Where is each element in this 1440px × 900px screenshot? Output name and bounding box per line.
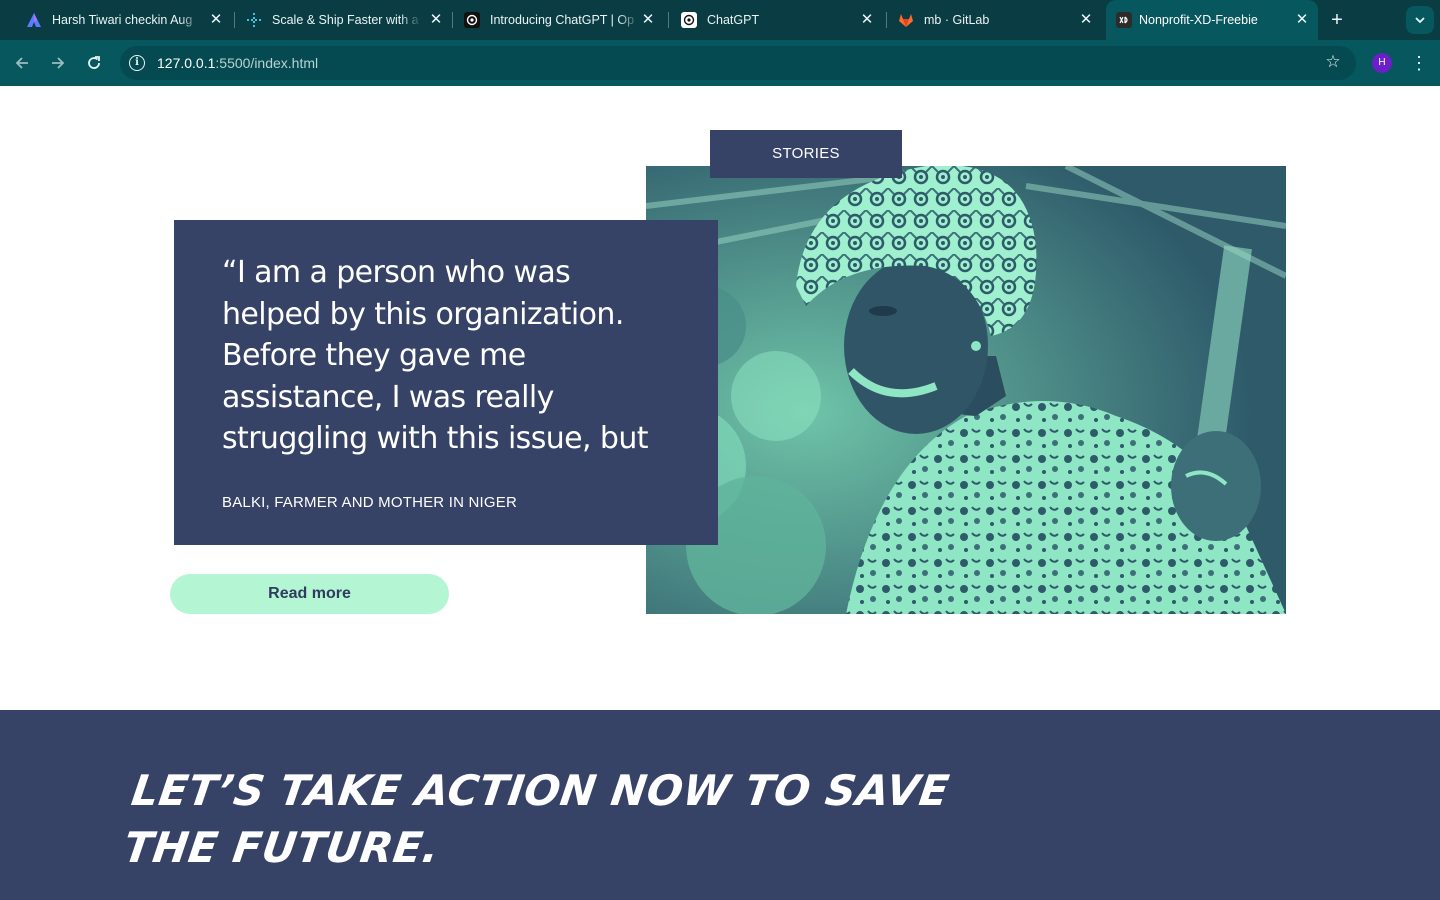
reload-button[interactable]: [82, 51, 106, 75]
address-bar[interactable]: i 127.0.0.1:5500/index.html ☆: [120, 46, 1356, 80]
call-to-action-section: LET’S TAKE ACTION NOW TO SAVE THE FUTURE…: [0, 710, 1440, 900]
tab-search-button[interactable]: [1406, 6, 1434, 34]
tab-title: mb · GitLab: [924, 13, 990, 27]
forward-button[interactable]: [46, 51, 70, 75]
info-icon[interactable]: i: [129, 55, 145, 71]
testimonial-quote: “I am a person who was helped by this or…: [222, 255, 649, 456]
url-path: :5500/index.html: [215, 55, 319, 71]
tab-nonprofit-xd-freebie[interactable]: Nonprofit-XD-Freebie ✕: [1106, 0, 1318, 40]
bookmark-star-icon[interactable]: ☆: [1324, 53, 1342, 71]
tab-title: Nonprofit-XD-Freebie: [1139, 13, 1258, 27]
tab-title: Scale & Ship Faster with a: [272, 13, 419, 27]
arrow-right-icon: [52, 57, 65, 69]
testimonial-author: BALKI, FARMER AND MOTHER IN NIGER: [222, 494, 517, 511]
tab-introducing-chatgpt[interactable]: Introducing ChatGPT | Op ✕: [438, 0, 664, 40]
gitlab-logo-icon: [899, 14, 913, 27]
close-icon[interactable]: ✕: [1294, 12, 1310, 28]
tab-scale-ship[interactable]: Scale & Ship Faster with a ✕: [220, 0, 452, 40]
back-button[interactable]: [10, 51, 34, 75]
chevron-down-icon: [1415, 17, 1425, 24]
testimonial-card: “I am a person who was helped by this or…: [174, 220, 718, 545]
tab-chatgpt[interactable]: ChatGPT ✕: [655, 0, 883, 40]
reload-icon: [88, 56, 100, 69]
browser-toolbar: i 127.0.0.1:5500/index.html ☆ H ⋮: [0, 40, 1440, 86]
openai-logo-icon: [681, 12, 697, 28]
web-page: STORIES “I am a person who was helped by…: [0, 86, 1440, 900]
arrow-logo-icon: [27, 13, 41, 27]
tab-title: Introducing ChatGPT | Op: [490, 13, 635, 27]
openai-logo-icon: [464, 12, 480, 28]
tab-title: Harsh Tiwari checkin Aug: [52, 13, 193, 27]
close-icon[interactable]: ✕: [640, 12, 656, 28]
profile-avatar[interactable]: H: [1372, 53, 1392, 73]
stories-label: STORIES: [710, 130, 902, 178]
arrow-left-icon: [15, 57, 28, 69]
sparkle-logo-icon: [247, 13, 261, 27]
kebab-menu-icon[interactable]: ⋮: [1410, 52, 1428, 74]
woman-portrait-image: [646, 166, 1286, 614]
url-host: 127.0.0.1: [157, 55, 216, 71]
tab-strip: Harsh Tiwari checkin Aug ✕ Scale & Ship …: [0, 0, 1440, 40]
new-tab-button[interactable]: +: [1326, 9, 1348, 31]
duotone-photo: [646, 166, 1286, 614]
read-more-button[interactable]: Read more: [170, 574, 449, 614]
xd-logo-icon: [1116, 12, 1132, 28]
tab-harsh-tiwari[interactable]: Harsh Tiwari checkin Aug ✕: [0, 0, 232, 40]
close-icon[interactable]: ✕: [1078, 12, 1094, 28]
url-text[interactable]: 127.0.0.1:5500/index.html: [157, 55, 318, 71]
tab-title: ChatGPT: [707, 13, 760, 27]
tab-gitlab[interactable]: mb · GitLab ✕: [872, 0, 1102, 40]
cta-heading: LET’S TAKE ACTION NOW TO SAVE THE FUTURE…: [120, 766, 953, 872]
